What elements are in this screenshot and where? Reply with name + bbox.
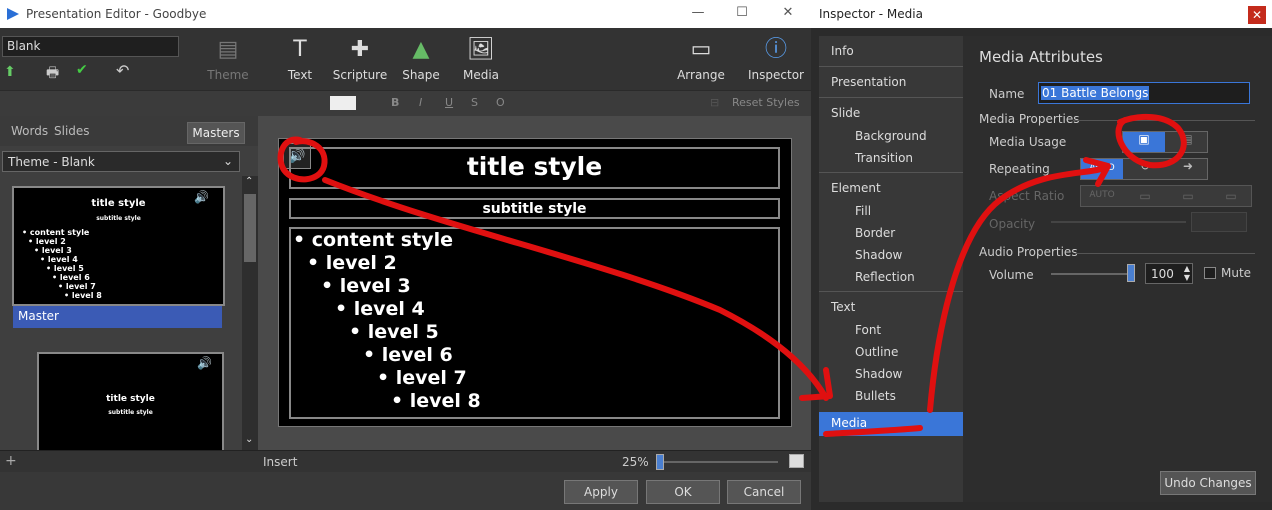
annotation-circle-audio <box>277 136 328 183</box>
annotation-circle-usage <box>1115 113 1187 169</box>
annotation-curve-up <box>927 165 1108 413</box>
annotation-underline-media <box>823 425 923 437</box>
annotation-arrow-to-media <box>322 177 829 401</box>
annotation-overlay <box>277 113 1187 437</box>
